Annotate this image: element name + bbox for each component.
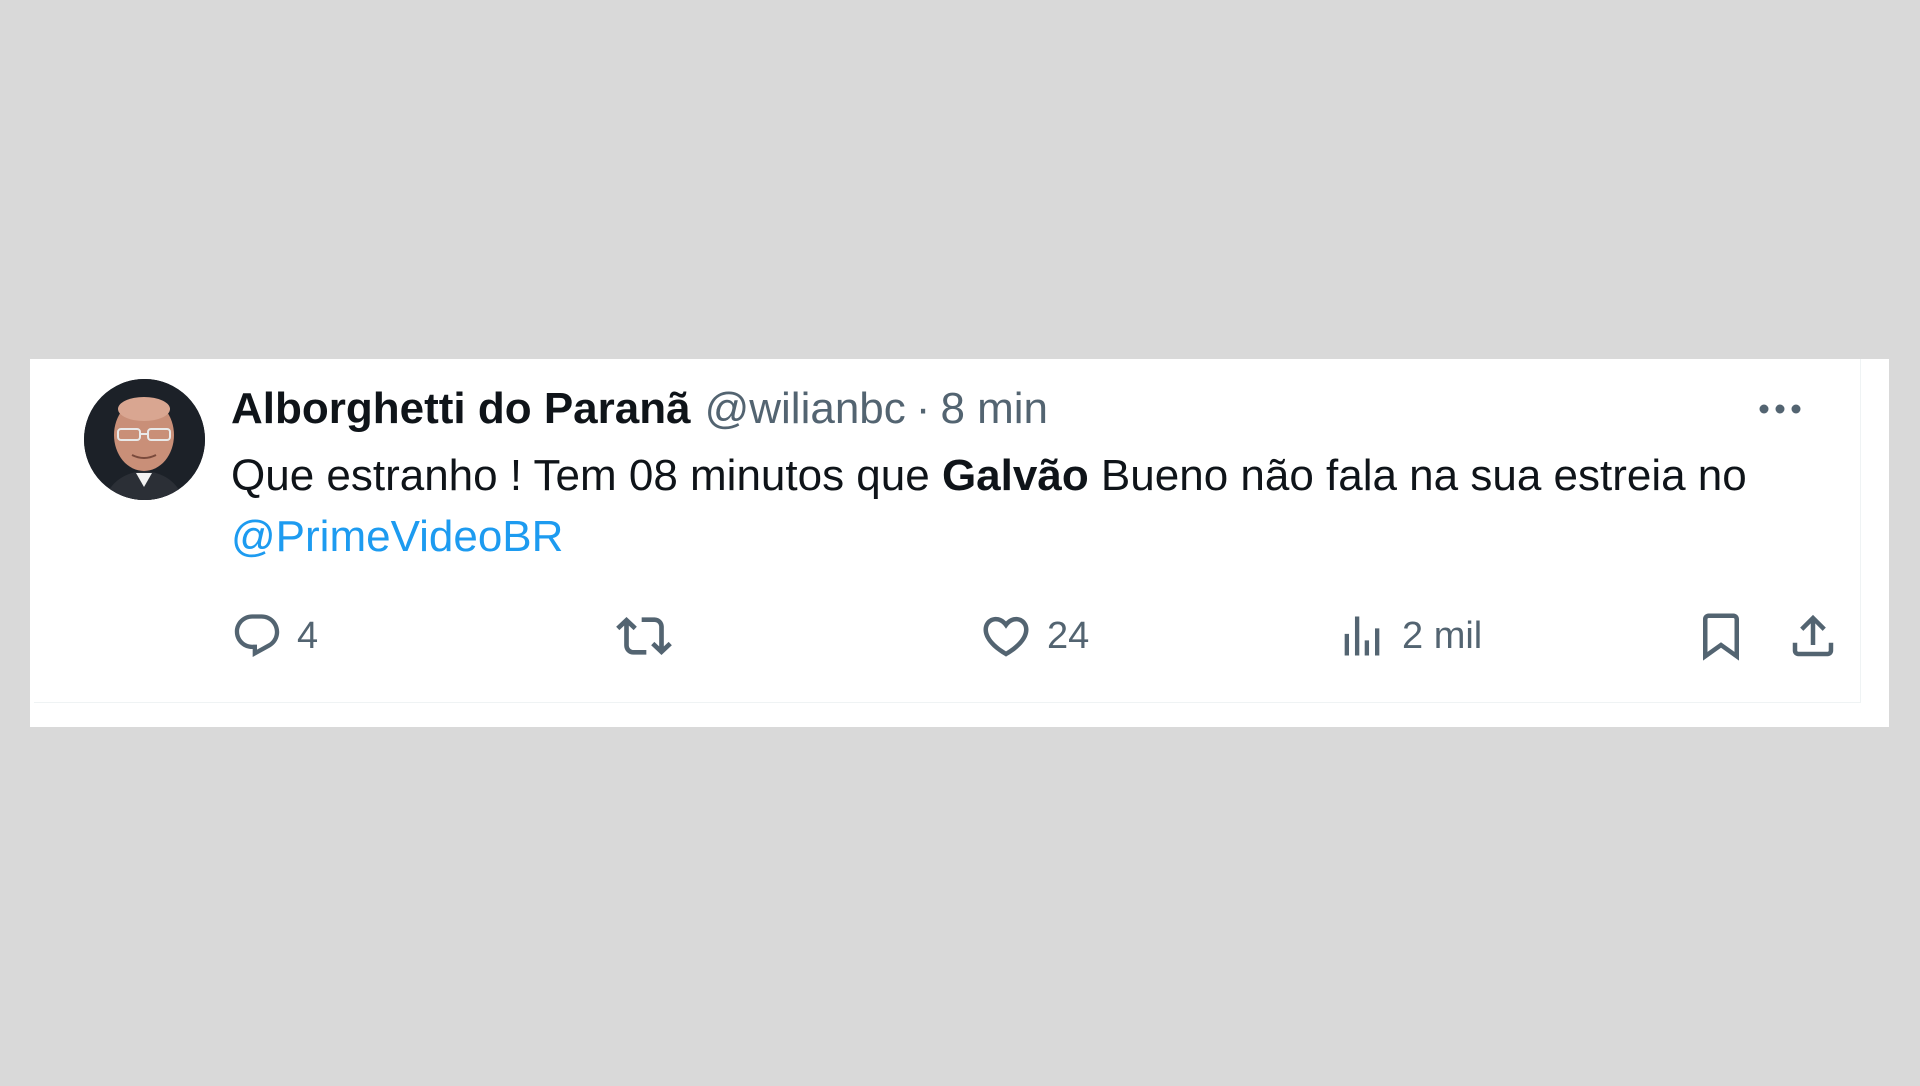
- avatar[interactable]: [84, 379, 205, 500]
- reply-button[interactable]: 4: [231, 608, 318, 664]
- retweet-button[interactable]: [616, 608, 686, 664]
- tweet-header: Alborghetti do Paranã @wilianbc · 8 min: [231, 383, 1048, 435]
- tweet-text: Que estranho ! Tem 08 minutos que Galvão…: [231, 445, 1831, 567]
- retweet-icon: [616, 608, 672, 664]
- reply-count: 4: [297, 614, 319, 657]
- bookmark-icon: [1694, 609, 1748, 663]
- bookmark-button[interactable]: [1694, 608, 1748, 664]
- views-button[interactable]: 2 mil: [1336, 608, 1482, 664]
- share-button[interactable]: [1786, 608, 1840, 664]
- more-icon[interactable]: [1756, 389, 1804, 429]
- tweet-text-part2: Bueno não fala na sua estreia no: [1088, 451, 1747, 500]
- share-icon: [1786, 609, 1840, 663]
- display-name[interactable]: Alborghetti do Paranã: [231, 384, 691, 434]
- tweet-card: Alborghetti do Paranã @wilianbc · 8 min …: [30, 359, 1889, 727]
- tweet[interactable]: Alborghetti do Paranã @wilianbc · 8 min …: [34, 359, 1861, 703]
- views-icon: [1336, 610, 1388, 662]
- like-button[interactable]: 24: [979, 608, 1089, 664]
- reply-icon: [231, 610, 283, 662]
- like-icon: [979, 609, 1033, 663]
- user-handle[interactable]: @wilianbc: [705, 384, 906, 434]
- tweet-text-part1: Que estranho ! Tem 08 minutos que: [231, 451, 942, 500]
- separator-dot: ·: [915, 384, 931, 433]
- views-count: 2 mil: [1402, 614, 1483, 657]
- mention-link[interactable]: @PrimeVideoBR: [231, 512, 563, 561]
- like-count: 24: [1047, 614, 1090, 657]
- tweet-text-bold: Galvão: [941, 451, 1089, 500]
- timestamp[interactable]: 8 min: [940, 384, 1048, 434]
